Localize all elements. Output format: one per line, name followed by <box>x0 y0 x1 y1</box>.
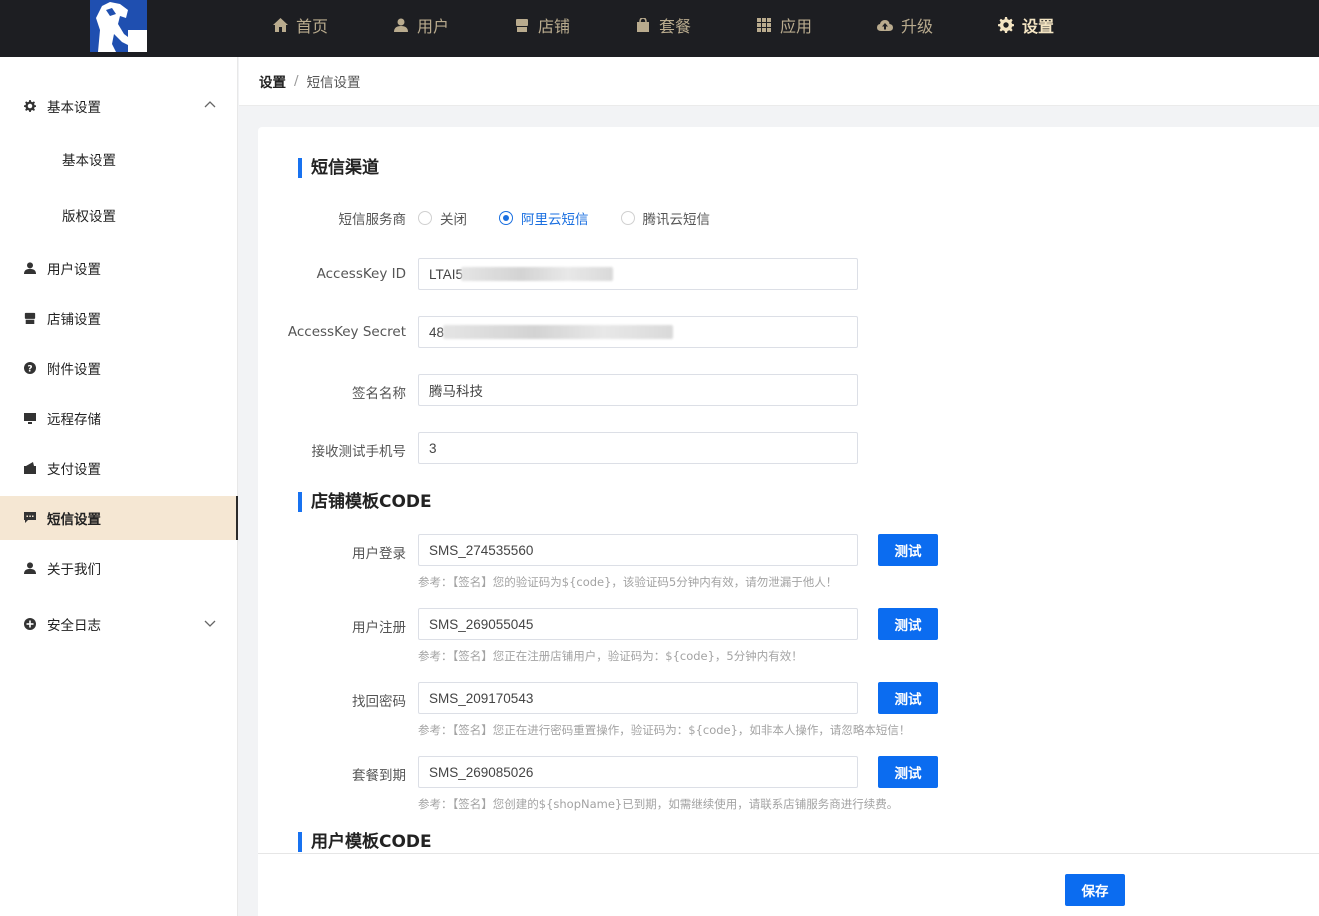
nav-store[interactable]: 店铺 <box>502 0 623 50</box>
breadcrumb: 设置 / 短信设置 <box>239 57 1319 106</box>
redacted-mask <box>443 325 673 339</box>
sidebar-item-remote-storage[interactable]: 远程存储 <box>0 396 238 440</box>
wallet-icon <box>23 461 37 475</box>
template-login-label: 用户登录 <box>352 546 406 562</box>
breadcrumb-root[interactable]: 设置 <box>259 71 286 91</box>
gear-icon <box>23 99 37 113</box>
nav-package[interactable]: 套餐 <box>623 0 744 50</box>
user-icon <box>23 561 37 575</box>
main-nav: 首页 用户 店铺 套餐 应用 升级 设置 <box>260 0 1107 57</box>
template-login-hint: 参考：【签名】您的验证码为${code}，该验证码5分钟内有效，请勿泄漏于他人！ <box>418 575 838 589</box>
access-key-id-label: AccessKey ID <box>316 266 406 282</box>
test-login-button[interactable]: 测试 <box>878 534 938 566</box>
test-phone-label: 接收测试手机号 <box>311 444 407 460</box>
sidebar-item-sms[interactable]: 短信设置 <box>0 496 238 540</box>
breadcrumb-separator: / <box>294 73 299 89</box>
template-login-input[interactable]: SMS_274535560 <box>418 534 858 566</box>
save-button[interactable]: 保存 <box>1065 874 1125 906</box>
logo[interactable] <box>90 0 147 52</box>
template-register-hint: 参考：【签名】您正在注册店铺用户，验证码为：${code}，5分钟内有效！ <box>418 649 803 663</box>
access-key-id-input[interactable]: LTAI5 <box>418 258 858 290</box>
store-icon <box>514 17 530 33</box>
plus-circle-icon <box>23 617 37 631</box>
grid-icon <box>756 17 772 33</box>
settings-card: 短信渠道 短信服务商 关闭 阿里云短信 腾讯云短信 AccessKey ID L… <box>258 127 1319 916</box>
section-title-store-template: 店铺模板CODE <box>298 492 432 512</box>
redacted-mask <box>461 267 613 281</box>
sidebar-item-about[interactable]: 关于我们 <box>0 546 238 590</box>
breadcrumb-current: 短信设置 <box>306 75 361 91</box>
radio-circle <box>418 211 432 225</box>
template-package-expire-input[interactable]: SMS_269085026 <box>418 756 858 788</box>
sign-name-label: 签名名称 <box>352 386 406 402</box>
provider-label: 短信服务商 <box>338 212 407 228</box>
top-navbar: 首页 用户 店铺 套餐 应用 升级 设置 <box>0 0 1319 57</box>
cloud-upload-icon <box>877 17 893 33</box>
nav-settings[interactable]: 设置 <box>986 0 1107 50</box>
sidebar: 基本设置 基本设置 版权设置 用户设置 店铺设置 ? 附件设置 远程存储 支付设… <box>0 57 238 916</box>
template-reset-password-label: 找回密码 <box>352 694 406 710</box>
question-circle-icon: ? <box>23 361 37 375</box>
sidebar-subitem-basic[interactable]: 基本设置 <box>0 137 238 181</box>
radio-provider-aliyun[interactable]: 阿里云短信 <box>499 208 589 228</box>
access-key-secret-label: AccessKey Secret <box>287 324 406 340</box>
test-reset-password-button[interactable]: 测试 <box>878 682 938 714</box>
svg-text:?: ? <box>27 365 32 375</box>
test-register-button[interactable]: 测试 <box>878 608 938 640</box>
sidebar-subitem-copyright[interactable]: 版权设置 <box>0 193 238 237</box>
section-title-user-template: 用户模板CODE <box>298 832 432 852</box>
sidebar-item-user[interactable]: 用户设置 <box>0 246 238 290</box>
template-reset-password-hint: 参考：【签名】您正在进行密码重置操作，验证码为：${code}，如非本人操作，请… <box>418 723 911 737</box>
footer-bar: 保存 <box>258 853 1319 916</box>
store-icon <box>23 311 37 325</box>
nav-home[interactable]: 首页 <box>260 0 381 50</box>
sidebar-item-security-log[interactable]: 安全日志 <box>0 602 238 646</box>
radio-circle <box>499 211 513 225</box>
radio-circle <box>620 211 635 225</box>
sidebar-item-store[interactable]: 店铺设置 <box>0 296 238 340</box>
nav-user[interactable]: 用户 <box>381 0 502 50</box>
provider-radio-group: 关闭 阿里云短信 腾讯云短信 <box>418 208 742 228</box>
access-key-secret-input[interactable]: 48 <box>418 316 858 348</box>
monitor-icon <box>23 411 37 425</box>
chevron-down-icon <box>204 620 216 627</box>
sidebar-item-basic[interactable]: 基本设置 <box>0 84 238 128</box>
template-package-expire-hint: 参考：【签名】您创建的${shopName}已到期，如需继续使用，请联系店铺服务… <box>418 797 899 811</box>
home-icon <box>272 17 288 33</box>
test-package-expire-button[interactable]: 测试 <box>878 756 938 788</box>
section-title-sms-channel: 短信渠道 <box>298 158 379 178</box>
nav-apps[interactable]: 应用 <box>744 0 865 50</box>
chevron-up-icon <box>204 101 216 108</box>
user-icon <box>393 17 409 33</box>
template-register-label: 用户注册 <box>352 620 406 636</box>
template-register-input[interactable]: SMS_269055045 <box>418 608 858 640</box>
sidebar-item-payment[interactable]: 支付设置 <box>0 446 238 490</box>
sign-name-input[interactable]: 腾马科技 <box>418 374 858 406</box>
template-package-expire-label: 套餐到期 <box>352 768 406 784</box>
bag-icon <box>635 17 651 33</box>
message-icon <box>23 511 37 525</box>
template-reset-password-input[interactable]: SMS_209170543 <box>418 682 858 714</box>
radio-provider-tencent[interactable]: 腾讯云短信 <box>620 208 710 228</box>
user-icon <box>23 261 37 275</box>
sidebar-item-attachment[interactable]: ? 附件设置 <box>0 346 238 390</box>
radio-provider-off[interactable]: 关闭 <box>418 208 467 228</box>
nav-upgrade[interactable]: 升级 <box>865 0 986 50</box>
test-phone-input[interactable]: 3 <box>418 432 858 464</box>
gear-icon <box>998 17 1014 33</box>
